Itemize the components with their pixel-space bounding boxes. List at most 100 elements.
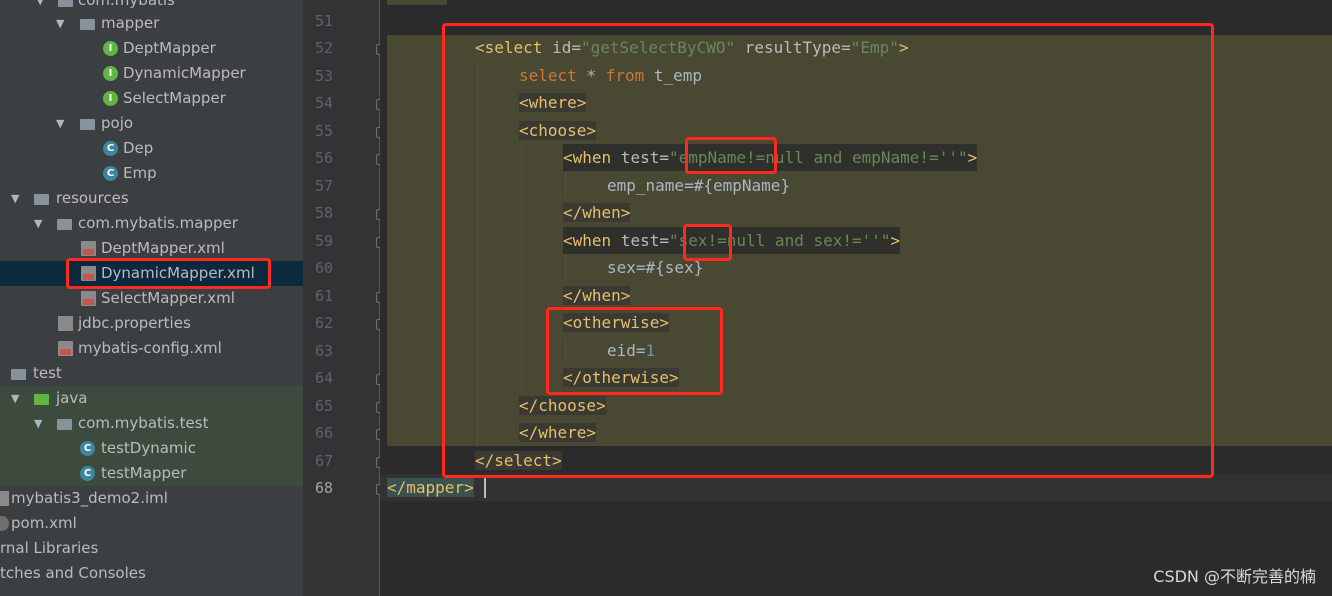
test-source-folder-icon [34, 394, 49, 405]
tree-item-label: resources [56, 189, 129, 207]
tree-item-label: mybatis3_demo2.iml [11, 489, 168, 507]
line-number: 54 [314, 94, 333, 112]
tree-item-selectmapper[interactable]: I SelectMapper [0, 86, 303, 111]
tree-item-label: jdbc.properties [78, 314, 191, 332]
interface-icon: I [103, 41, 118, 56]
tree-item-iml[interactable]: mybatis3_demo2.iml [0, 486, 303, 511]
tree-item-external-libraries[interactable]: rnal Libraries [0, 536, 303, 561]
xml-file-icon [81, 241, 96, 256]
tree-item-emp[interactable]: C Emp [0, 161, 303, 186]
tree-item-pojo[interactable]: ▼ pojo [0, 111, 303, 136]
annotation-box [442, 23, 1214, 478]
line-number: 53 [314, 67, 333, 85]
line-number: 67 [314, 452, 333, 470]
chevron-down-icon[interactable]: ▼ [56, 117, 64, 130]
line-number: 60 [314, 259, 333, 277]
line-number: 55 [314, 122, 333, 140]
package-folder-icon [80, 19, 95, 30]
tree-item-label: SelectMapper.xml [101, 289, 235, 307]
class-icon: C [103, 166, 118, 181]
tree-item-label: SelectMapper [123, 89, 226, 107]
line-number-gutter: 51 52 53 54 55 56 57 58 59 60 61 62 63 6… [303, 0, 387, 596]
tree-item-label: DeptMapper [123, 39, 216, 57]
tree-item-label: tches and Consoles [0, 564, 146, 582]
line-number: 58 [314, 204, 333, 222]
folder-icon [11, 369, 26, 380]
tree-item-label: testDynamic [101, 439, 196, 457]
line-number: 64 [314, 369, 333, 387]
package-folder-icon [80, 119, 95, 130]
tree-item-label: DynamicMapper [123, 64, 246, 82]
tree-item-testmapper[interactable]: C testMapper [0, 461, 303, 486]
line-number: 57 [314, 177, 333, 195]
tree-item-pom-xml[interactable]: pom.xml [0, 511, 303, 536]
package-folder-icon [58, 0, 73, 7]
interface-icon: I [103, 91, 118, 106]
line-number: 61 [314, 287, 333, 305]
tree-item-com-mybatis-test[interactable]: ▼ com.mybatis.test [0, 411, 303, 436]
annotation-box [546, 307, 723, 395]
chevron-down-icon[interactable]: ▼ [34, 417, 42, 430]
tree-item-label: mybatis-config.xml [78, 339, 222, 357]
tree-item-test[interactable]: test [0, 361, 303, 386]
resources-folder-icon [34, 194, 49, 205]
tree-item-label: test [33, 364, 62, 382]
tree-item-label: rnal Libraries [0, 539, 99, 557]
chevron-down-icon[interactable]: ▼ [11, 192, 19, 205]
annotation-box [685, 137, 777, 174]
text-caret [484, 478, 486, 498]
line-number: 51 [314, 12, 333, 30]
test-class-icon: C [80, 466, 95, 481]
chevron-down-icon[interactable]: ▼ [56, 17, 64, 30]
tree-item-label: com.mybatis.mapper [78, 214, 238, 232]
highlight-band [387, 0, 447, 5]
folder-icon [57, 219, 72, 230]
tree-item-label: java [56, 389, 88, 407]
properties-file-icon [58, 316, 73, 331]
tree-item-dep[interactable]: C Dep [0, 136, 303, 161]
chevron-down-icon[interactable]: ▼ [36, 0, 44, 7]
xml-tag: </mapper> [387, 478, 474, 497]
line-number: 63 [314, 342, 333, 360]
current-line-highlight [380, 474, 1332, 501]
tree-item-mybatis-config-xml[interactable]: mybatis-config.xml [0, 336, 303, 361]
tree-item-java[interactable]: ▼ java [0, 386, 303, 411]
tree-item-label: mapper [101, 14, 160, 32]
chevron-down-icon[interactable]: ▼ [34, 217, 42, 230]
xml-file-icon [58, 341, 73, 356]
tree-item-label: Emp [123, 164, 157, 182]
project-tree: ▼ com.mybatis ▼ mapper I DeptMapper I Dy… [0, 0, 303, 596]
tree-item-selectmapper-xml[interactable]: SelectMapper.xml [0, 286, 303, 311]
tree-item-resources[interactable]: ▼ resources [0, 186, 303, 211]
tree-item-mapper[interactable]: ▼ mapper [0, 11, 303, 36]
annotation-box [683, 224, 732, 261]
tree-item-label: pom.xml [11, 514, 77, 532]
code-line-68: </mapper> [387, 474, 474, 501]
iml-file-icon [0, 491, 9, 506]
tree-item-label: Dep [123, 139, 154, 157]
tree-item-label: testMapper [101, 464, 187, 482]
interface-icon: I [103, 66, 118, 81]
tree-item-label: com.mybatis [78, 0, 175, 9]
line-number: 59 [314, 232, 333, 250]
chevron-down-icon[interactable]: ▼ [11, 392, 19, 405]
line-number: 65 [314, 397, 333, 415]
line-number: 52 [314, 39, 333, 57]
tree-item-dynamicmapper[interactable]: I DynamicMapper [0, 61, 303, 86]
tree-item-testdynamic[interactable]: C testDynamic [0, 436, 303, 461]
tree-item-label: pojo [101, 114, 134, 132]
line-number: 62 [314, 314, 333, 332]
test-class-icon: C [80, 441, 95, 456]
tree-item-label: DeptMapper.xml [101, 239, 225, 257]
class-icon: C [103, 141, 118, 156]
xml-file-icon [81, 291, 96, 306]
line-number: 66 [314, 424, 333, 442]
watermark: CSDN @不断完善的楠 [1153, 567, 1316, 586]
tree-item-label: com.mybatis.test [78, 414, 209, 432]
tree-item-jdbc-properties[interactable]: jdbc.properties [0, 311, 303, 336]
tree-item-deptmapper[interactable]: I DeptMapper [0, 36, 303, 61]
tree-item-scratches[interactable]: tches and Consoles [0, 561, 303, 586]
maven-file-icon [0, 516, 9, 531]
line-number: 56 [314, 149, 333, 167]
tree-item-com-mybatis-mapper[interactable]: ▼ com.mybatis.mapper [0, 211, 303, 236]
